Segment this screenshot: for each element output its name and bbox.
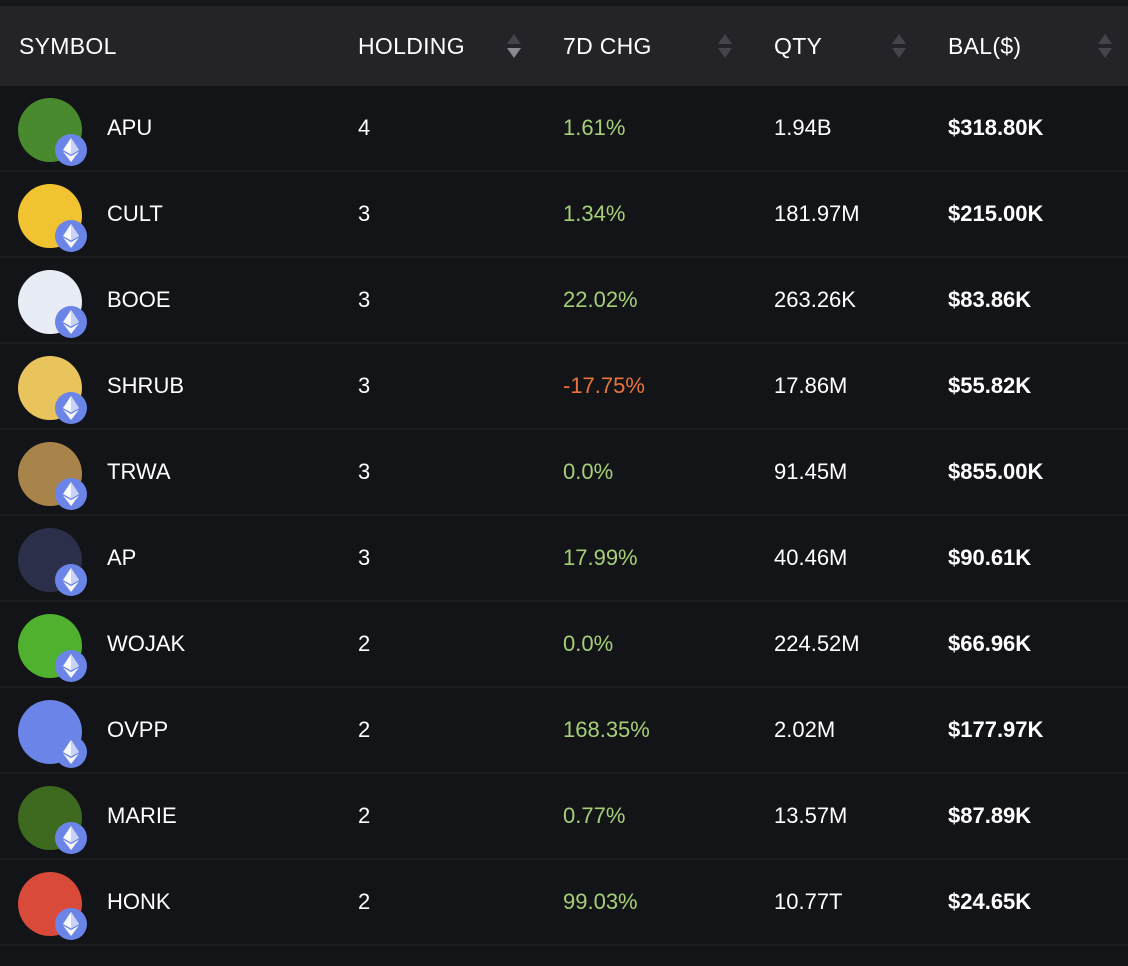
sort-7d-change-icon[interactable]: [718, 34, 732, 58]
ethereum-icon: [55, 392, 87, 424]
balance: $177.97K: [948, 717, 1044, 742]
change-7d: 22.02%: [563, 287, 638, 312]
change-7d: 168.35%: [563, 717, 650, 742]
balance: $90.61K: [948, 545, 1032, 570]
quantity: 10.77T: [774, 889, 843, 914]
holding-count: 3: [358, 373, 371, 398]
holding-count: 3: [358, 287, 371, 312]
column-symbol: SYMBOL: [19, 32, 117, 59]
ethereum-icon: [55, 822, 87, 854]
table-row[interactable]: SHRUB 3 -17.75% 17.86M $55.82K: [0, 344, 1128, 430]
change-7d: 0.77%: [563, 803, 626, 828]
token-symbol[interactable]: CULT: [107, 172, 163, 256]
table-row[interactable]: MARIE 2 0.77% 13.57M $87.89K: [0, 774, 1128, 860]
table-row[interactable]: CULT 3 1.34% 181.97M $215.00K: [0, 172, 1128, 258]
table-row[interactable]: APU 4 1.61% 1.94B $318.80K: [0, 86, 1128, 172]
change-7d: -17.75%: [563, 373, 645, 398]
holding-count: 4: [358, 115, 371, 140]
token-symbol[interactable]: TRWA: [107, 430, 171, 514]
balance: $55.82K: [948, 373, 1032, 398]
table-row[interactable]: AP 3 17.99% 40.46M $90.61K: [0, 516, 1128, 602]
quantity: 40.46M: [774, 545, 848, 570]
balance: $83.86K: [948, 287, 1032, 312]
column-balance[interactable]: BAL($): [948, 6, 1021, 86]
table-header: SYMBOL HOLDING 7D CHG QTY BAL($): [0, 6, 1128, 86]
token-symbol[interactable]: BOOE: [107, 258, 171, 342]
balance: $215.00K: [948, 201, 1044, 226]
change-7d: 99.03%: [563, 889, 638, 914]
table-row[interactable]: WOJAK 2 0.0% 224.52M $66.96K: [0, 602, 1128, 688]
balance: $855.00K: [948, 459, 1044, 484]
change-7d: 1.61%: [563, 115, 626, 140]
token-symbol[interactable]: SHRUB: [107, 344, 184, 428]
holding-count: 3: [358, 545, 371, 570]
ethereum-icon: [55, 134, 87, 166]
token-symbol[interactable]: HONK: [107, 860, 171, 944]
quantity: 91.45M: [774, 459, 848, 484]
ethereum-icon: [55, 564, 87, 596]
table-footer-space: [0, 948, 1128, 966]
token-symbol[interactable]: OVPP: [107, 688, 168, 772]
token-symbol[interactable]: MARIE: [107, 774, 177, 858]
holding-count: 2: [358, 717, 371, 742]
table-row[interactable]: BOOE 3 22.02% 263.26K $83.86K: [0, 258, 1128, 344]
quantity: 263.26K: [774, 287, 856, 312]
change-7d: 0.0%: [563, 631, 614, 656]
holding-count: 2: [358, 803, 371, 828]
sort-balance-icon[interactable]: [1098, 34, 1112, 58]
table-row[interactable]: OVPP 2 168.35% 2.02M $177.97K: [0, 688, 1128, 774]
holding-count: 2: [358, 631, 371, 656]
change-7d: 0.0%: [563, 459, 614, 484]
table-row[interactable]: TRWA 3 0.0% 91.45M $855.00K: [0, 430, 1128, 516]
balance: $87.89K: [948, 803, 1032, 828]
table-row[interactable]: HONK 2 99.03% 10.77T $24.65K: [0, 860, 1128, 946]
balance: $318.80K: [948, 115, 1044, 140]
ethereum-icon: [55, 220, 87, 252]
quantity: 224.52M: [774, 631, 860, 656]
sort-qty-icon[interactable]: [892, 34, 906, 58]
column-7d-change[interactable]: 7D CHG: [563, 6, 652, 86]
quantity: 181.97M: [774, 201, 860, 226]
ethereum-icon: [55, 908, 87, 940]
quantity: 1.94B: [774, 115, 832, 140]
quantity: 2.02M: [774, 717, 836, 742]
balance: $24.65K: [948, 889, 1032, 914]
column-qty[interactable]: QTY: [774, 6, 822, 86]
holding-count: 2: [358, 889, 371, 914]
sort-holding-icon[interactable]: [507, 34, 521, 58]
token-symbol[interactable]: APU: [107, 86, 152, 170]
quantity: 17.86M: [774, 373, 848, 398]
balance: $66.96K: [948, 631, 1032, 656]
quantity: 13.57M: [774, 803, 848, 828]
ethereum-icon: [55, 478, 87, 510]
ethereum-icon: [55, 306, 87, 338]
change-7d: 17.99%: [563, 545, 638, 570]
change-7d: 1.34%: [563, 201, 626, 226]
holding-count: 3: [358, 459, 371, 484]
ethereum-icon: [55, 650, 87, 682]
column-holding[interactable]: HOLDING: [358, 6, 465, 86]
holding-count: 3: [358, 201, 371, 226]
token-symbol[interactable]: WOJAK: [107, 602, 185, 686]
table-body: APU 4 1.61% 1.94B $318.80K CULT 3 1.34% …: [0, 86, 1128, 946]
ethereum-icon: [55, 736, 87, 768]
token-symbol[interactable]: AP: [107, 516, 136, 600]
